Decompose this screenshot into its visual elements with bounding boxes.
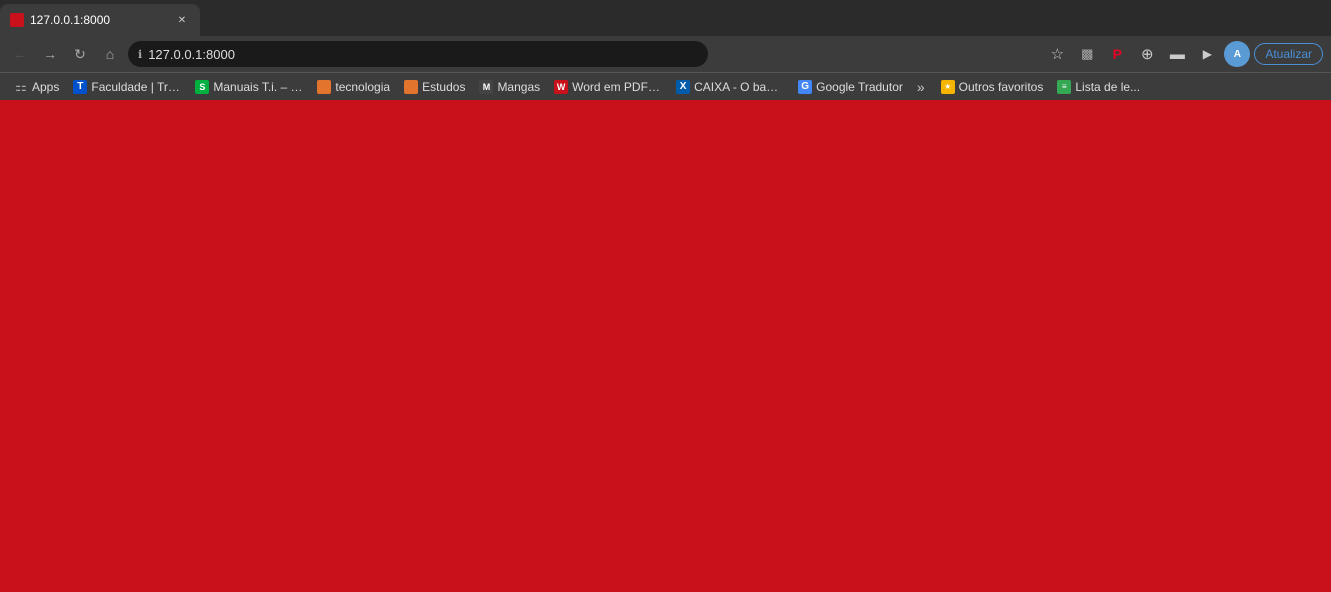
tab-bar: 127.0.0.1:8000 ✕ [0,0,1331,36]
pinterest-icon[interactable]: P [1104,41,1130,67]
bookmark-outros-label: Outros favoritos [959,80,1044,94]
forward-button[interactable]: → [38,42,62,66]
bookmark-estudos[interactable]: Estudos [398,77,471,97]
google-favicon: G [798,80,812,94]
bookmark-lista-label: Lista de le... [1075,80,1140,94]
reload-button[interactable]: ↻ [68,42,92,66]
bookmark-word-label: Word em PDF - Co... [572,80,662,94]
trello-favicon: T [73,80,87,94]
bookmark-estudos-label: Estudos [422,80,465,94]
address-bar: ← → ↻ ⌂ ℹ 127.0.0.1:8000 ☆ ▩ P ⊕ ▬ ▶ A A… [0,36,1331,72]
bookmark-suporte[interactable]: S Manuais T.i. – Hom... [189,77,309,97]
info-icon: ℹ [138,48,142,61]
word-favicon: W [554,80,568,94]
bookmarks-bar: ⚏ Apps T Faculdade | Trello S Manuais T.… [0,72,1331,100]
bookmark-mangas[interactable]: M Mangas [473,77,546,97]
tecnologia-favicon [317,80,331,94]
bookmark-caixa-label: CAIXA - O banco q... [694,80,784,94]
bookmark-word[interactable]: W Word em PDF - Co... [548,77,668,97]
bookmark-mangas-label: Mangas [497,80,540,94]
bookmark-suporte-label: Manuais T.i. – Hom... [213,80,303,94]
update-button[interactable]: Atualizar [1254,43,1323,65]
bookmark-google-label: Google Tradutor [816,80,903,94]
tab-close-button[interactable]: ✕ [174,12,190,28]
bookmarks-overflow-button[interactable]: » [911,77,931,97]
page-content [0,100,1331,592]
home-button[interactable]: ⌂ [98,42,122,66]
media-icon[interactable]: ▶ [1194,41,1220,67]
toolbar-right: ☆ ▩ P ⊕ ▬ ▶ A Atualizar [1044,41,1323,67]
bookmark-star-icon[interactable]: ☆ [1044,41,1070,67]
back-button[interactable]: ← [8,42,32,66]
bookmark-tecnologia[interactable]: tecnologia [311,77,396,97]
address-display: 127.0.0.1:8000 [148,47,698,62]
active-tab[interactable]: 127.0.0.1:8000 ✕ [0,4,200,36]
outros-favicon: ★ [941,80,955,94]
extensions-icon[interactable]: ▬ [1164,41,1190,67]
lista-favicon: ≡ [1057,80,1071,94]
tab-favicon [10,13,24,27]
suporte-favicon: S [195,80,209,94]
new-tab-icon[interactable]: ⊕ [1134,41,1160,67]
google-meet-icon[interactable]: ▩ [1074,41,1100,67]
address-input-wrap[interactable]: ℹ 127.0.0.1:8000 [128,41,708,67]
bookmark-trello-label: Faculdade | Trello [91,80,181,94]
mangas-favicon: M [479,80,493,94]
bookmark-tecnologia-label: tecnologia [335,80,390,94]
tab-title: 127.0.0.1:8000 [30,13,168,27]
bookmark-apps[interactable]: ⚏ Apps [8,77,65,97]
bookmark-google[interactable]: G Google Tradutor [792,77,909,97]
estudos-favicon [404,80,418,94]
bookmark-outros[interactable]: ★ Outros favoritos [935,77,1050,97]
apps-favicon: ⚏ [14,80,28,94]
bookmark-lista[interactable]: ≡ Lista de le... [1051,77,1146,97]
bookmark-trello[interactable]: T Faculdade | Trello [67,77,187,97]
caixa-favicon: X [676,80,690,94]
bookmark-caixa[interactable]: X CAIXA - O banco q... [670,77,790,97]
browser-chrome: 127.0.0.1:8000 ✕ ← → ↻ ⌂ ℹ 127.0.0.1:800… [0,0,1331,100]
bookmark-apps-label: Apps [32,80,59,94]
profile-button[interactable]: A [1224,41,1250,67]
